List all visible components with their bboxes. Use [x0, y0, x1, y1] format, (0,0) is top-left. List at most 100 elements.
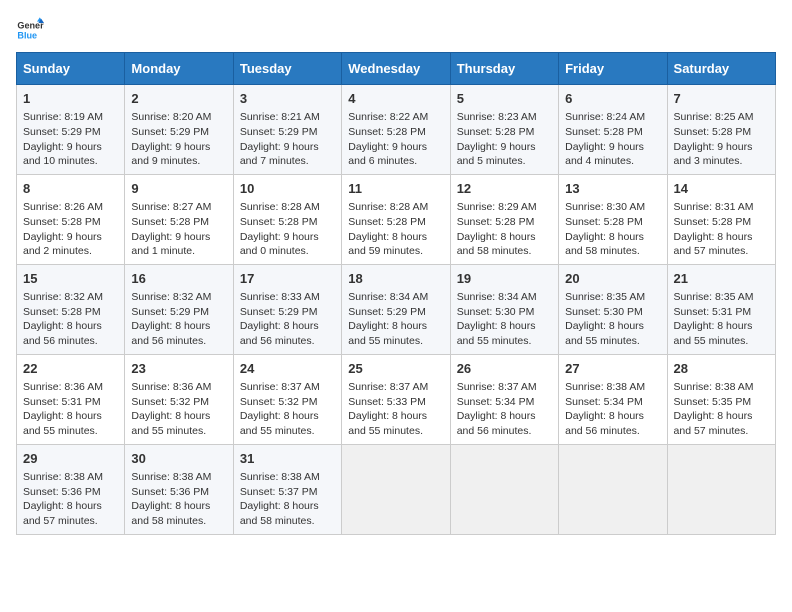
table-row: 1 Sunrise: 8:19 AMSunset: 5:29 PMDaylight…: [17, 85, 125, 175]
table-row: 10 Sunrise: 8:28 AMSunset: 5:28 PMDayligh…: [233, 174, 341, 264]
day-detail: Sunrise: 8:23 AMSunset: 5:28 PMDaylight:…: [457, 110, 552, 169]
table-row: 3 Sunrise: 8:21 AMSunset: 5:29 PMDaylight…: [233, 85, 341, 175]
day-detail: Sunrise: 8:27 AMSunset: 5:28 PMDaylight:…: [131, 200, 226, 259]
day-number: 11: [348, 180, 443, 198]
table-row: 15 Sunrise: 8:32 AMSunset: 5:28 PMDayligh…: [17, 264, 125, 354]
table-row: 29 Sunrise: 8:38 AMSunset: 5:36 PMDayligh…: [17, 444, 125, 534]
day-detail: Sunrise: 8:35 AMSunset: 5:31 PMDaylight:…: [674, 290, 769, 349]
day-detail: Sunrise: 8:38 AMSunset: 5:36 PMDaylight:…: [131, 470, 226, 529]
day-number: 3: [240, 90, 335, 108]
table-row: 16Sunrise: 8:32 AMSunset: 5:29 PMDayligh…: [125, 264, 233, 354]
week-row-1: 1 Sunrise: 8:19 AMSunset: 5:29 PMDaylight…: [17, 85, 776, 175]
logo: General Blue: [16, 16, 44, 44]
day-number: 27: [565, 360, 660, 378]
table-row: [450, 444, 558, 534]
day-detail: Sunrise: 8:37 AMSunset: 5:33 PMDaylight:…: [348, 380, 443, 439]
day-detail: Sunrise: 8:36 AMSunset: 5:31 PMDaylight:…: [23, 380, 118, 439]
table-row: [559, 444, 667, 534]
table-row: [342, 444, 450, 534]
day-detail: Sunrise: 8:28 AMSunset: 5:28 PMDaylight:…: [240, 200, 335, 259]
table-row: 23Sunrise: 8:36 AMSunset: 5:32 PMDayligh…: [125, 354, 233, 444]
day-detail: Sunrise: 8:38 AMSunset: 5:36 PMDaylight:…: [23, 470, 118, 529]
table-row: 19Sunrise: 8:34 AMSunset: 5:30 PMDayligh…: [450, 264, 558, 354]
week-row-5: 29 Sunrise: 8:38 AMSunset: 5:36 PMDayligh…: [17, 444, 776, 534]
day-number: 25: [348, 360, 443, 378]
col-header-sunday: Sunday: [17, 53, 125, 85]
page-header: General Blue: [16, 16, 776, 44]
table-row: 9 Sunrise: 8:27 AMSunset: 5:28 PMDaylight…: [125, 174, 233, 264]
day-detail: Sunrise: 8:22 AMSunset: 5:28 PMDaylight:…: [348, 110, 443, 169]
day-detail: Sunrise: 8:37 AMSunset: 5:32 PMDaylight:…: [240, 380, 335, 439]
logo-icon: General Blue: [16, 16, 44, 44]
col-header-saturday: Saturday: [667, 53, 775, 85]
table-row: [667, 444, 775, 534]
table-row: 25 Sunrise: 8:37 AMSunset: 5:33 PMDayligh…: [342, 354, 450, 444]
day-detail: Sunrise: 8:37 AMSunset: 5:34 PMDaylight:…: [457, 380, 552, 439]
day-number: 26: [457, 360, 552, 378]
day-detail: Sunrise: 8:34 AMSunset: 5:30 PMDaylight:…: [457, 290, 552, 349]
day-detail: Sunrise: 8:32 AMSunset: 5:28 PMDaylight:…: [23, 290, 118, 349]
table-row: 13 Sunrise: 8:30 AMSunset: 5:28 PMDayligh…: [559, 174, 667, 264]
day-number: 20: [565, 270, 660, 288]
day-detail: Sunrise: 8:20 AMSunset: 5:29 PMDaylight:…: [131, 110, 226, 169]
day-number: 29: [23, 450, 118, 468]
day-number: 6: [565, 90, 660, 108]
day-number: 28: [674, 360, 769, 378]
table-row: 30 Sunrise: 8:38 AMSunset: 5:36 PMDayligh…: [125, 444, 233, 534]
day-detail: Sunrise: 8:21 AMSunset: 5:29 PMDaylight:…: [240, 110, 335, 169]
day-detail: Sunrise: 8:28 AMSunset: 5:28 PMDaylight:…: [348, 200, 443, 259]
day-number: 4: [348, 90, 443, 108]
col-header-thursday: Thursday: [450, 53, 558, 85]
table-row: 18Sunrise: 8:34 AMSunset: 5:29 PMDayligh…: [342, 264, 450, 354]
day-number: 15: [23, 270, 118, 288]
table-row: 21 Sunrise: 8:35 AMSunset: 5:31 PMDayligh…: [667, 264, 775, 354]
day-number: 18: [348, 270, 443, 288]
day-number: 1: [23, 90, 118, 108]
table-row: 14Sunrise: 8:31 AMSunset: 5:28 PMDayligh…: [667, 174, 775, 264]
day-number: 14: [674, 180, 769, 198]
table-row: 24Sunrise: 8:37 AMSunset: 5:32 PMDayligh…: [233, 354, 341, 444]
day-number: 21: [674, 270, 769, 288]
week-row-2: 8Sunrise: 8:26 AMSunset: 5:28 PMDaylight…: [17, 174, 776, 264]
table-row: 11 Sunrise: 8:28 AMSunset: 5:28 PMDayligh…: [342, 174, 450, 264]
day-number: 5: [457, 90, 552, 108]
table-row: 17 Sunrise: 8:33 AMSunset: 5:29 PMDayligh…: [233, 264, 341, 354]
col-header-wednesday: Wednesday: [342, 53, 450, 85]
day-number: 13: [565, 180, 660, 198]
day-number: 17: [240, 270, 335, 288]
day-detail: Sunrise: 8:38 AMSunset: 5:37 PMDaylight:…: [240, 470, 335, 529]
day-number: 8: [23, 180, 118, 198]
day-number: 10: [240, 180, 335, 198]
col-header-friday: Friday: [559, 53, 667, 85]
week-row-4: 22 Sunrise: 8:36 AMSunset: 5:31 PMDayligh…: [17, 354, 776, 444]
day-detail: Sunrise: 8:35 AMSunset: 5:30 PMDaylight:…: [565, 290, 660, 349]
day-number: 16: [131, 270, 226, 288]
day-number: 31: [240, 450, 335, 468]
day-number: 30: [131, 450, 226, 468]
day-number: 7: [674, 90, 769, 108]
table-row: 28 Sunrise: 8:38 AMSunset: 5:35 PMDayligh…: [667, 354, 775, 444]
day-detail: Sunrise: 8:36 AMSunset: 5:32 PMDaylight:…: [131, 380, 226, 439]
day-number: 22: [23, 360, 118, 378]
week-row-3: 15 Sunrise: 8:32 AMSunset: 5:28 PMDayligh…: [17, 264, 776, 354]
day-detail: Sunrise: 8:19 AMSunset: 5:29 PMDaylight:…: [23, 110, 118, 169]
table-row: 4 Sunrise: 8:22 AMSunset: 5:28 PMDaylight…: [342, 85, 450, 175]
table-row: 27 Sunrise: 8:38 AMSunset: 5:34 PMDayligh…: [559, 354, 667, 444]
table-row: 22 Sunrise: 8:36 AMSunset: 5:31 PMDayligh…: [17, 354, 125, 444]
header-row: SundayMondayTuesdayWednesdayThursdayFrid…: [17, 53, 776, 85]
svg-text:Blue: Blue: [17, 30, 37, 40]
day-detail: Sunrise: 8:33 AMSunset: 5:29 PMDaylight:…: [240, 290, 335, 349]
day-detail: Sunrise: 8:25 AMSunset: 5:28 PMDaylight:…: [674, 110, 769, 169]
day-detail: Sunrise: 8:38 AMSunset: 5:34 PMDaylight:…: [565, 380, 660, 439]
day-number: 2: [131, 90, 226, 108]
day-detail: Sunrise: 8:38 AMSunset: 5:35 PMDaylight:…: [674, 380, 769, 439]
table-row: 8Sunrise: 8:26 AMSunset: 5:28 PMDaylight…: [17, 174, 125, 264]
col-header-monday: Monday: [125, 53, 233, 85]
table-row: 31 Sunrise: 8:38 AMSunset: 5:37 PMDayligh…: [233, 444, 341, 534]
day-number: 9: [131, 180, 226, 198]
day-detail: Sunrise: 8:24 AMSunset: 5:28 PMDaylight:…: [565, 110, 660, 169]
day-detail: Sunrise: 8:30 AMSunset: 5:28 PMDaylight:…: [565, 200, 660, 259]
table-row: 12Sunrise: 8:29 AMSunset: 5:28 PMDayligh…: [450, 174, 558, 264]
table-row: 5 Sunrise: 8:23 AMSunset: 5:28 PMDaylight…: [450, 85, 558, 175]
table-row: 20 Sunrise: 8:35 AMSunset: 5:30 PMDayligh…: [559, 264, 667, 354]
